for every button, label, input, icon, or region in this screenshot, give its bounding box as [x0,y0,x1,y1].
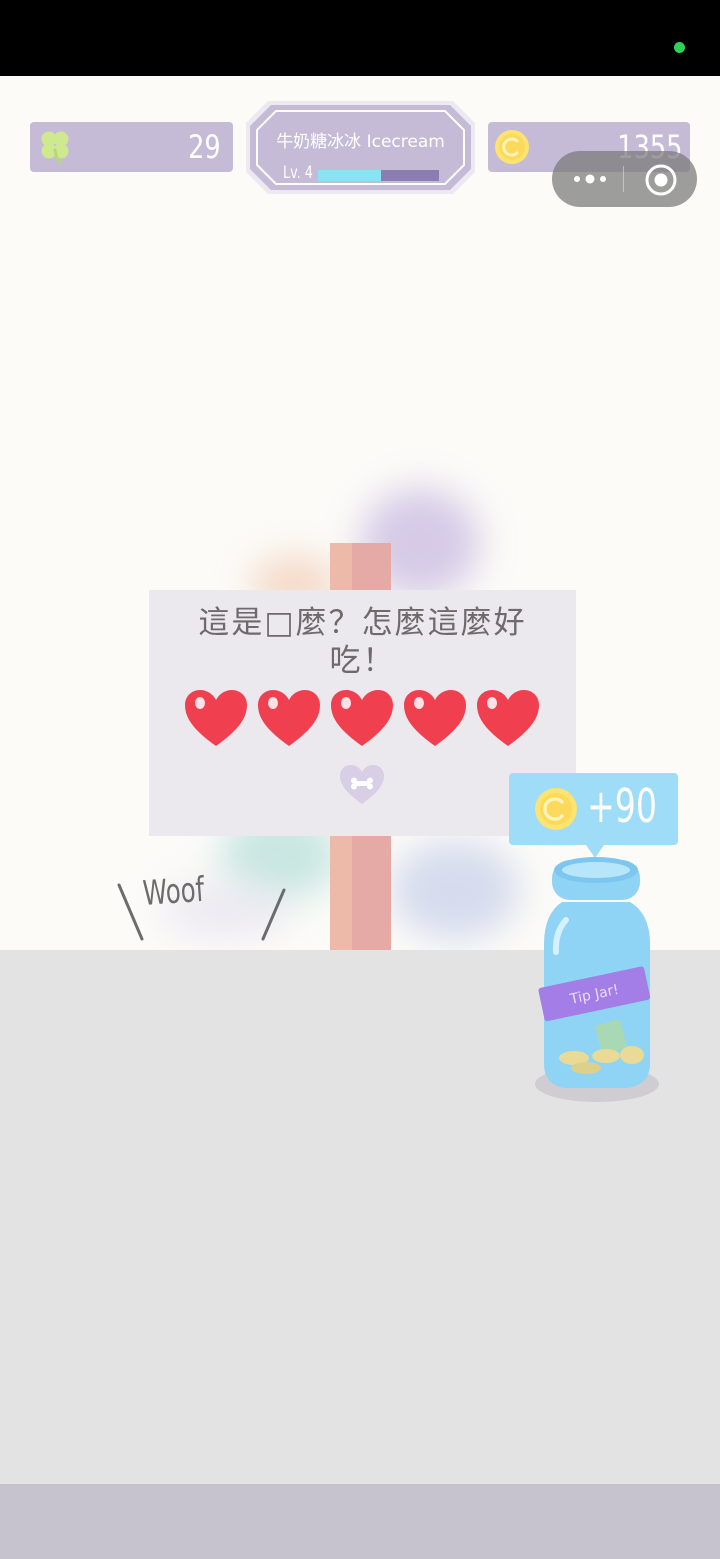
blurred-shape [390,840,520,940]
bottom-bar [0,1484,720,1559]
target-close-icon[interactable] [644,163,678,197]
level-label: Lv. 4 [283,163,313,183]
heart-icon [331,690,393,746]
bark-line-right [261,888,286,941]
clover-count: 29 [188,128,221,166]
level-progress-fill [318,170,381,181]
review-text: 這是□麼？怎麼這麼好吃！ [198,605,527,679]
tip-bubble: +90 [509,773,678,858]
player-name: 牛奶糖冰冰 Icecream [276,132,445,152]
heart-icon [477,690,539,746]
heart-icon [258,690,320,746]
tip-jar[interactable]: Tip Jar! [522,852,668,1108]
clover-icon [41,131,69,165]
heart-icon [185,690,247,746]
capsule-divider [623,166,624,192]
recording-indicator-icon [674,42,685,53]
level-progress-bar [318,170,439,181]
heart-icon [404,690,466,746]
dog-bark-text: Woof [141,869,206,914]
tip-amount: +90 [587,779,657,833]
coin-icon [495,130,529,164]
more-dots-icon[interactable] [570,167,610,191]
status-bar [0,0,720,76]
bone-heart-icon [340,765,384,804]
player-name-plaque: 牛奶糖冰冰 Icecream Lv. 4 [246,101,475,194]
rating-hearts [183,688,543,752]
coin-icon [535,788,577,830]
miniprogram-capsule [552,151,697,207]
clover-counter: 29 [30,122,233,172]
